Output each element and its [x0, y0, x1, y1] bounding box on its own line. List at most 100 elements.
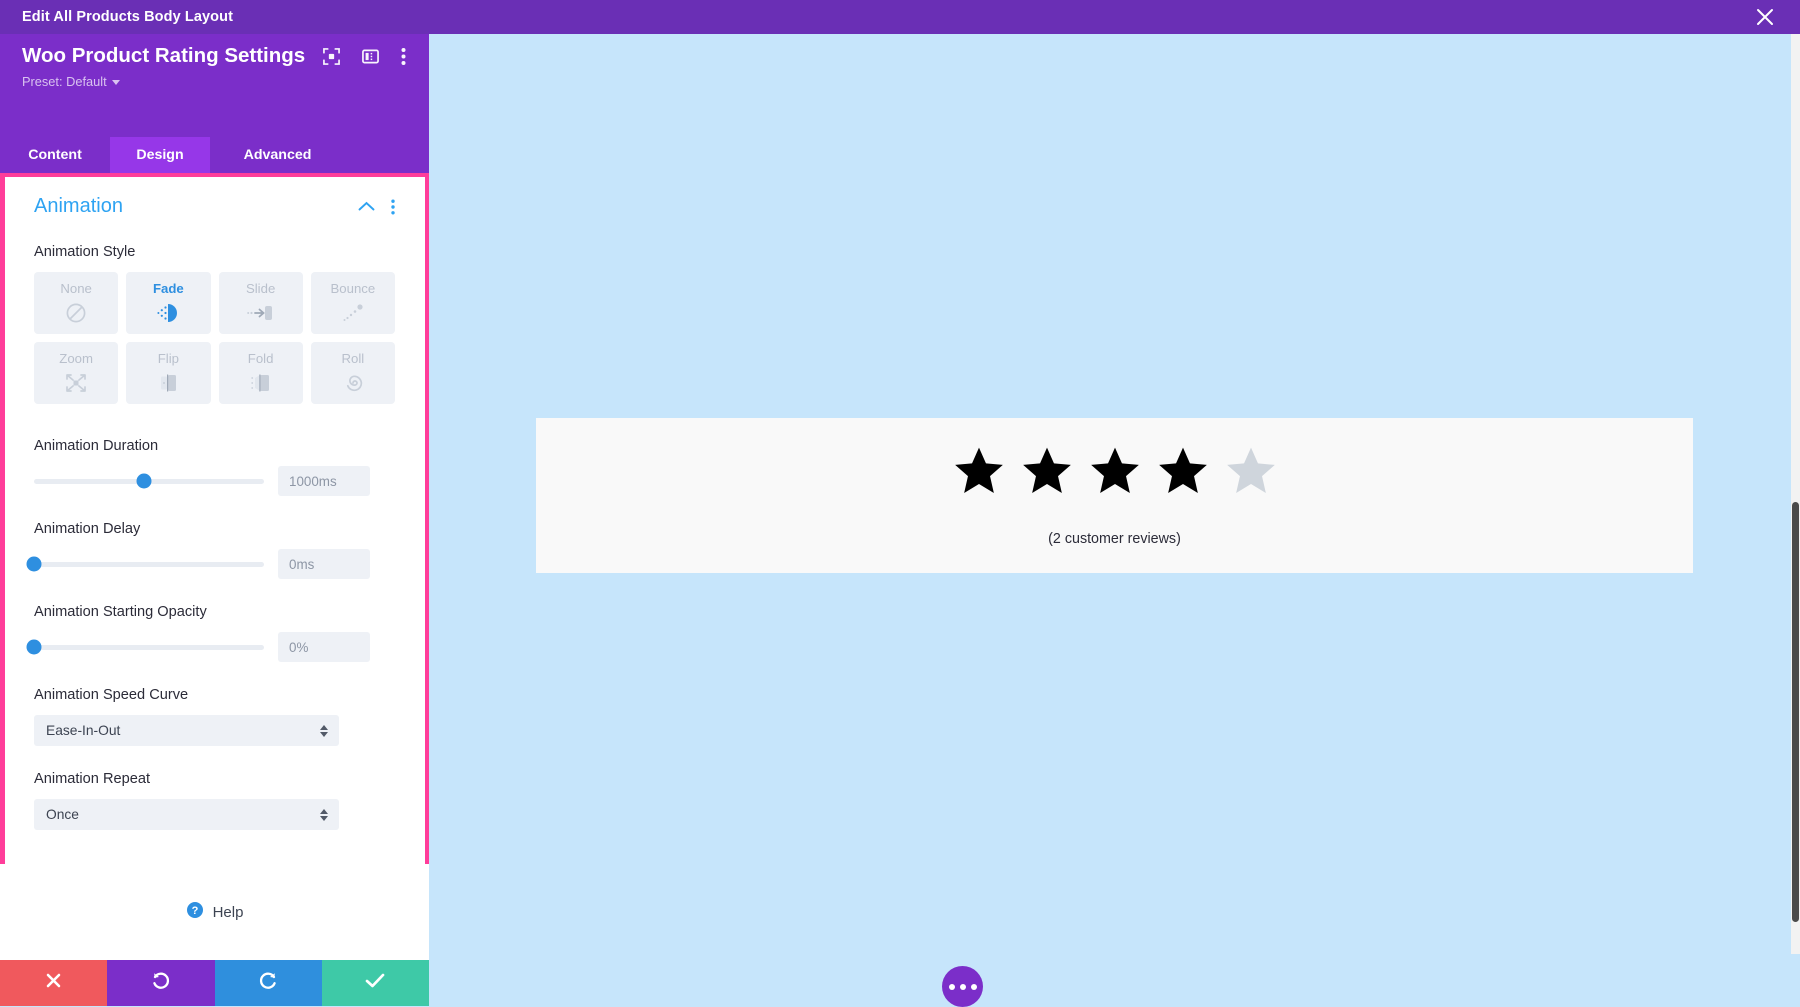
animation-speed-curve-select[interactable]: Ease-In-Out [34, 715, 339, 746]
select-arrows-icon [320, 724, 328, 737]
star-filled-icon [1022, 447, 1071, 494]
animation-delay-slider[interactable] [26, 556, 264, 572]
animation-option-label: Slide [245, 280, 276, 296]
animation-speed-curve-field: Animation Speed Curve Ease-In-Out [34, 687, 395, 746]
module-title: Woo Product Rating Settings [22, 44, 306, 67]
animation-style-grid: None Fade Slide Bounce Zoom Flip Fold Ro… [34, 272, 395, 404]
kebab-menu-icon[interactable] [401, 47, 406, 66]
fold-icon [249, 370, 273, 396]
settings-scroll-area: Animation Animation Style None Fade Slid… [0, 173, 429, 864]
animation-option-label: Flip [157, 350, 179, 366]
tab-design[interactable]: Design [110, 137, 210, 173]
animation-repeat-field: Animation Repeat Once [34, 771, 395, 830]
product-rating-module: (2 customer reviews) [536, 418, 1693, 573]
animation-repeat-select[interactable]: Once [34, 799, 339, 830]
fade-icon [155, 300, 181, 326]
animation-option-label: Bounce [330, 280, 376, 296]
tab-bar: Content Design Advanced [0, 137, 429, 173]
ellipsis-icon [948, 983, 955, 990]
close-x-icon [44, 971, 63, 995]
check-icon [364, 971, 386, 995]
star-filled-icon [1090, 447, 1139, 494]
panel-body: Animation Animation Style None Fade Slid… [0, 173, 429, 864]
cancel-button[interactable] [0, 960, 108, 1006]
chevron-up-icon[interactable] [358, 201, 375, 212]
help-link[interactable]: ? Help [0, 864, 429, 960]
bounce-icon [340, 300, 366, 326]
star-filled-icon [1158, 447, 1207, 494]
save-button[interactable] [321, 960, 429, 1006]
animation-option-label: Zoom [59, 350, 93, 366]
animation-option-label: Roll [341, 350, 365, 366]
animation-delay-input[interactable] [278, 549, 370, 579]
animation-section-header: Animation [34, 195, 395, 218]
reviews-count-text: (2 customer reviews) [1048, 531, 1181, 547]
animation-speed-curve-label: Animation Speed Curve [34, 687, 189, 703]
animation-option-none[interactable]: None [34, 272, 119, 334]
tab-advanced[interactable]: Advanced [210, 137, 345, 173]
settings-fab-button[interactable] [942, 966, 983, 1007]
no-entry-icon [65, 300, 87, 326]
section-title: Animation [34, 195, 123, 217]
animation-option-fold[interactable]: Fold [218, 342, 303, 404]
layout-columns-icon[interactable] [362, 48, 380, 65]
animation-option-roll[interactable]: Roll [310, 342, 395, 404]
animation-option-label: Fade [152, 280, 184, 296]
scrollbar-thumb[interactable] [1792, 502, 1799, 922]
animation-delay-label: Animation Delay [34, 521, 141, 537]
animation-opacity-slider[interactable] [26, 639, 264, 655]
animation-option-zoom[interactable]: Zoom [34, 342, 119, 404]
animation-option-label: None [60, 280, 92, 296]
focus-target-icon[interactable] [323, 47, 341, 65]
settings-panel: Woo Product Rating Settings Preset: Defa… [0, 34, 429, 1006]
animation-repeat-label: Animation Repeat [34, 771, 151, 787]
panel-scrollbar[interactable] [1791, 34, 1800, 954]
animation-duration-field: Animation Duration [34, 438, 395, 496]
slider-handle[interactable] [136, 473, 152, 489]
window-title-bar: Edit All Products Body Layout [0, 0, 1800, 34]
select-value: Once [46, 807, 79, 822]
slider-handle[interactable] [26, 639, 42, 655]
zoom-expand-icon [64, 370, 88, 396]
animation-opacity-input[interactable] [278, 632, 370, 662]
preview-canvas: (2 customer reviews) [429, 34, 1800, 1007]
select-value: Ease-In-Out [46, 723, 121, 738]
animation-style-label: Animation Style [34, 244, 136, 260]
tab-content[interactable]: Content [0, 137, 110, 173]
undo-icon [150, 970, 171, 996]
star-empty-icon [1226, 447, 1275, 494]
star-filled-icon [954, 447, 1003, 494]
question-circle-icon: ? [186, 901, 204, 924]
animation-duration-input[interactable] [278, 466, 370, 496]
animation-delay-field: Animation Delay [26, 521, 395, 579]
slider-handle[interactable] [26, 556, 42, 572]
undo-button[interactable] [107, 960, 215, 1006]
animation-option-label: Fold [247, 350, 274, 366]
select-arrows-icon [320, 808, 328, 821]
panel-header: Woo Product Rating Settings Preset: Defa… [0, 34, 429, 137]
preset-selector[interactable]: Preset: Default [22, 74, 407, 89]
svg-text:?: ? [191, 905, 198, 917]
animation-option-bounce[interactable]: Bounce [310, 272, 395, 334]
section-options-kebab-icon[interactable] [391, 199, 395, 215]
ellipsis-icon [959, 983, 966, 990]
redo-button[interactable] [214, 960, 322, 1006]
action-bar [0, 960, 429, 1006]
animation-duration-slider[interactable] [34, 473, 264, 489]
chevron-down-icon [111, 80, 120, 85]
animation-opacity-field: Animation Starting Opacity [26, 604, 395, 662]
ellipsis-icon [970, 983, 977, 990]
animation-option-flip[interactable]: Flip [126, 342, 211, 404]
window-title: Edit All Products Body Layout [22, 9, 234, 25]
preset-label: Preset: Default [22, 74, 107, 89]
flip-icon [156, 370, 180, 396]
star-rating [952, 444, 1278, 498]
animation-opacity-label: Animation Starting Opacity [34, 604, 207, 620]
animation-option-slide[interactable]: Slide [218, 272, 303, 334]
animation-option-fade[interactable]: Fade [126, 272, 211, 334]
redo-icon [258, 970, 279, 996]
roll-spiral-icon [341, 370, 365, 396]
animation-duration-label: Animation Duration [34, 438, 159, 454]
close-icon[interactable] [1754, 6, 1776, 28]
help-label: Help [212, 903, 244, 921]
